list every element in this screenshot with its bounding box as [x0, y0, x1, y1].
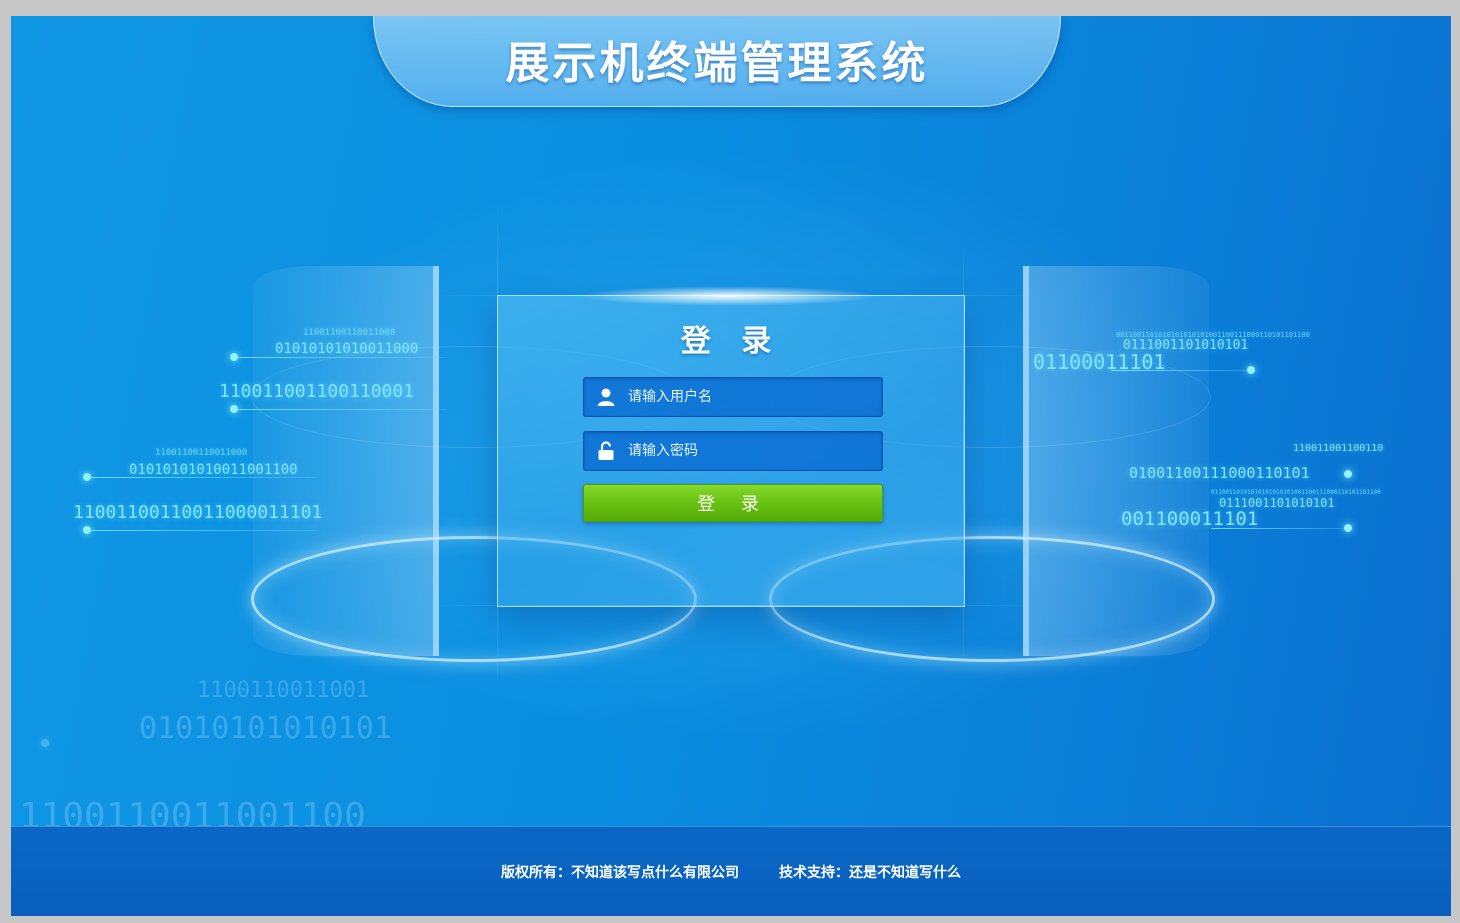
decor-dot	[83, 526, 91, 534]
password-input[interactable]	[626, 442, 870, 460]
decor-glass-panel	[1023, 266, 1209, 656]
page-title: 展示机终端管理系统	[505, 38, 929, 89]
decor-binary: 01010101010101	[139, 711, 392, 746]
username-input[interactable]	[626, 388, 870, 406]
decor-binary: 11001100110011000	[155, 448, 248, 458]
decor-glow	[578, 286, 878, 306]
decor-line	[87, 477, 317, 478]
decor-binary: 01010101010011000	[275, 341, 419, 357]
username-field[interactable]	[583, 377, 883, 417]
decor-line	[87, 530, 317, 531]
decor-line	[1211, 528, 1347, 529]
decor-binary: 0110011010101010101010100110011100011010…	[1211, 489, 1381, 496]
decor-glass-panel	[253, 266, 439, 656]
header-tab: 展示机终端管理系统	[373, 16, 1061, 107]
decor-dot	[83, 473, 91, 481]
decor-binary: 01010101010011001100	[129, 462, 298, 478]
decor-binary: 11001100110011000011101	[73, 502, 323, 523]
decor-dot	[1344, 524, 1352, 532]
decor-line	[235, 357, 445, 358]
login-page: 1100110011001 01010101010101 11001100110…	[11, 16, 1451, 916]
unlock-icon	[598, 441, 614, 460]
decor-dot	[230, 405, 238, 413]
decor-binary: 1100110011001	[197, 678, 370, 703]
decor-dot	[230, 353, 238, 361]
decor-line	[1111, 370, 1251, 371]
decor-binary: 01001100111000110101	[1129, 464, 1310, 482]
decor-dot	[1344, 470, 1352, 478]
login-panel: 登 录 登 录	[497, 286, 965, 607]
password-field[interactable]	[583, 431, 883, 471]
decor-dot	[41, 739, 49, 747]
user-icon	[597, 388, 615, 406]
decor-binary: 110011001100110001	[219, 381, 415, 402]
footer: 版权所有：不知道该写点什么有限公司 技术支持：还是不知道写什么	[11, 826, 1451, 916]
decor-binary: 001100011101	[1121, 508, 1259, 530]
footer-support: 技术支持：还是不知道写什么	[779, 865, 961, 881]
decor-binary: 110011001100110	[1293, 443, 1384, 454]
decor-dot	[1247, 366, 1255, 374]
decor-binary: 11001100110011000	[303, 328, 396, 338]
login-button[interactable]: 登 录	[583, 484, 883, 522]
login-title: 登 录	[680, 324, 782, 359]
decor-line	[235, 409, 445, 410]
footer-copyright: 版权所有：不知道该写点什么有限公司	[501, 865, 739, 881]
